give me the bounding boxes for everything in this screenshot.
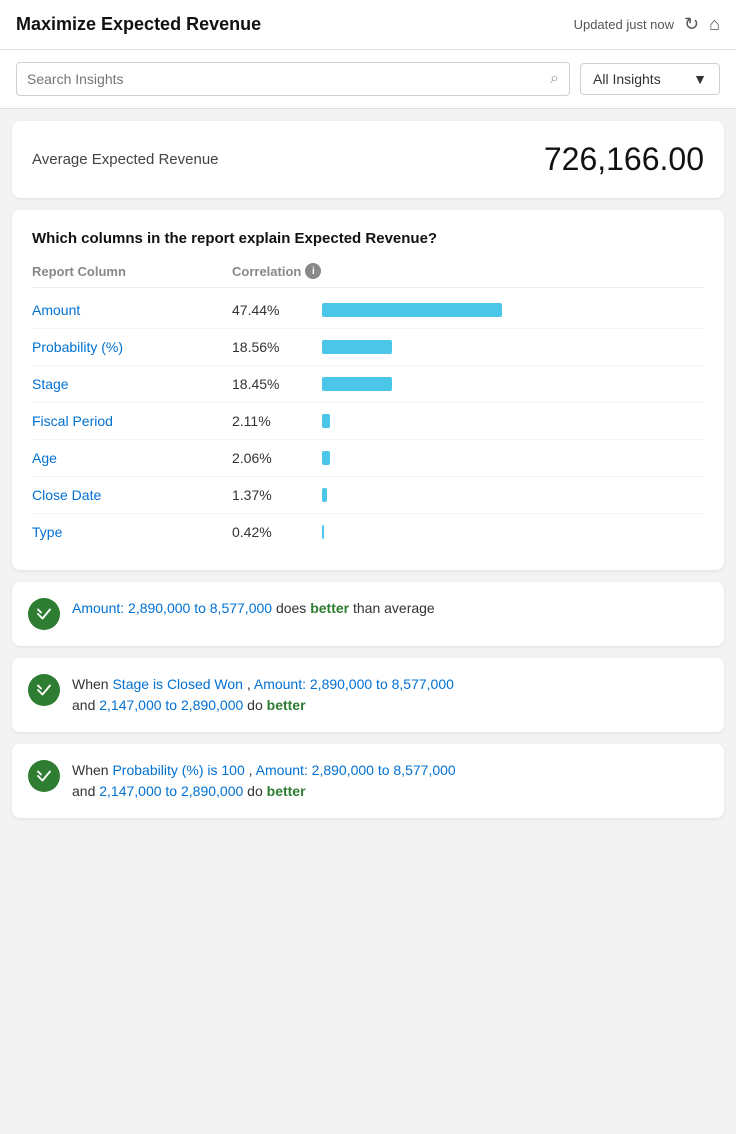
insight-text-3: When Probability (%) is 100 , Amount: 2,… bbox=[72, 760, 456, 802]
corr-row-name[interactable]: Type bbox=[32, 524, 232, 540]
corr-row-pct: 0.42% bbox=[232, 524, 322, 540]
insight-3-do: do bbox=[247, 783, 266, 799]
home-icon[interactable]: ⌂ bbox=[709, 14, 720, 35]
insight-3-link2[interactable]: Amount: 2,890,000 to 8,577,000 bbox=[256, 762, 456, 778]
correlation-card: Which columns in the report explain Expe… bbox=[12, 210, 724, 570]
search-icon: ⌕ bbox=[550, 70, 559, 88]
table-row: Close Date 1.37% bbox=[32, 477, 704, 514]
insight-text-1: Amount: 2,890,000 to 8,577,000 does bett… bbox=[72, 598, 435, 619]
refresh-icon[interactable]: ↻ bbox=[684, 14, 699, 35]
avg-revenue-card: Average Expected Revenue 726,166.00 bbox=[12, 121, 724, 198]
table-row: Amount 47.44% bbox=[32, 292, 704, 329]
corr-row-bar bbox=[322, 451, 330, 465]
insight-3-when: When bbox=[72, 762, 112, 778]
filter-dropdown[interactable]: All Insights ▼ bbox=[580, 63, 720, 95]
corr-row-name[interactable]: Close Date bbox=[32, 487, 232, 503]
corr-row-bar bbox=[322, 340, 392, 354]
corr-row-pct: 47.44% bbox=[232, 302, 322, 318]
insight-3-better: better bbox=[267, 783, 306, 799]
corr-row-bar-wrap bbox=[322, 488, 704, 502]
col-correlation-header: Correlation i bbox=[232, 263, 322, 279]
insight-icon-1 bbox=[28, 598, 60, 630]
corr-row-pct: 18.45% bbox=[232, 376, 322, 392]
table-row: Probability (%) 18.56% bbox=[32, 329, 704, 366]
correlation-rows: Amount 47.44% Probability (%) 18.56% Sta… bbox=[32, 292, 704, 550]
corr-row-bar-wrap bbox=[322, 451, 704, 465]
col-report-header: Report Column bbox=[32, 264, 232, 279]
corr-row-bar-wrap bbox=[322, 414, 704, 428]
search-bar: ⌕ All Insights ▼ bbox=[0, 50, 736, 109]
corr-row-bar bbox=[322, 525, 324, 539]
filter-label: All Insights bbox=[593, 71, 661, 87]
insight-text-2: When Stage is Closed Won , Amount: 2,890… bbox=[72, 674, 454, 716]
table-row: Fiscal Period 2.11% bbox=[32, 403, 704, 440]
corr-row-pct: 18.56% bbox=[232, 339, 322, 355]
corr-row-bar-wrap bbox=[322, 303, 704, 317]
corr-row-bar bbox=[322, 377, 392, 391]
insight-2-comma: , bbox=[247, 676, 254, 692]
corr-row-pct: 1.37% bbox=[232, 487, 322, 503]
corr-row-bar bbox=[322, 414, 330, 428]
insight-2-link1[interactable]: Stage is Closed Won bbox=[112, 676, 242, 692]
insight-2-do: do bbox=[247, 697, 266, 713]
table-row: Age 2.06% bbox=[32, 440, 704, 477]
insight-card-2: When Stage is Closed Won , Amount: 2,890… bbox=[12, 658, 724, 732]
insight-1-than: than average bbox=[353, 600, 435, 616]
corr-row-bar-wrap bbox=[322, 377, 704, 391]
updated-timestamp: Updated just now bbox=[574, 17, 674, 32]
page-title: Maximize Expected Revenue bbox=[16, 14, 261, 35]
insight-2-when: When bbox=[72, 676, 112, 692]
table-row: Stage 18.45% bbox=[32, 366, 704, 403]
corr-row-bar bbox=[322, 488, 327, 502]
insight-card-1: Amount: 2,890,000 to 8,577,000 does bett… bbox=[12, 582, 724, 646]
insight-2-link2[interactable]: Amount: 2,890,000 to 8,577,000 bbox=[254, 676, 454, 692]
insight-2-link3[interactable]: 2,147,000 to 2,890,000 bbox=[99, 697, 243, 713]
corr-row-name[interactable]: Probability (%) bbox=[32, 339, 232, 355]
avg-revenue-label: Average Expected Revenue bbox=[32, 151, 219, 168]
insight-icon-2 bbox=[28, 674, 60, 706]
corr-row-name[interactable]: Amount bbox=[32, 302, 232, 318]
corr-row-bar-wrap bbox=[322, 340, 704, 354]
insight-3-and: and bbox=[72, 783, 99, 799]
insight-2-better: better bbox=[267, 697, 306, 713]
avg-revenue-value: 726,166.00 bbox=[544, 141, 704, 178]
insight-card-3: When Probability (%) is 100 , Amount: 2,… bbox=[12, 744, 724, 818]
chevron-down-icon: ▼ bbox=[693, 71, 707, 87]
main-content: Average Expected Revenue 726,166.00 Whic… bbox=[0, 109, 736, 830]
header-actions: Updated just now ↻ ⌂ bbox=[574, 14, 720, 35]
table-row: Type 0.42% bbox=[32, 514, 704, 550]
corr-row-pct: 2.06% bbox=[232, 450, 322, 466]
search-input[interactable] bbox=[27, 71, 550, 87]
insight-1-link[interactable]: Amount: 2,890,000 to 8,577,000 bbox=[72, 600, 272, 616]
corr-row-bar-wrap bbox=[322, 525, 704, 539]
insight-icon-3 bbox=[28, 760, 60, 792]
insight-2-and: and bbox=[72, 697, 99, 713]
correlation-header: Report Column Correlation i bbox=[32, 263, 704, 288]
correlation-title: Which columns in the report explain Expe… bbox=[32, 230, 704, 247]
insight-3-comma: , bbox=[249, 762, 256, 778]
search-input-wrap[interactable]: ⌕ bbox=[16, 62, 570, 96]
corr-row-name[interactable]: Age bbox=[32, 450, 232, 466]
insight-3-link1[interactable]: Probability (%) is 100 bbox=[112, 762, 244, 778]
info-icon[interactable]: i bbox=[305, 263, 321, 279]
insight-1-better: better bbox=[310, 600, 349, 616]
header: Maximize Expected Revenue Updated just n… bbox=[0, 0, 736, 50]
corr-row-name[interactable]: Fiscal Period bbox=[32, 413, 232, 429]
insight-3-link3[interactable]: 2,147,000 to 2,890,000 bbox=[99, 783, 243, 799]
corr-row-name[interactable]: Stage bbox=[32, 376, 232, 392]
corr-row-bar bbox=[322, 303, 502, 317]
corr-row-pct: 2.11% bbox=[232, 413, 322, 429]
insight-1-does: does bbox=[276, 600, 310, 616]
